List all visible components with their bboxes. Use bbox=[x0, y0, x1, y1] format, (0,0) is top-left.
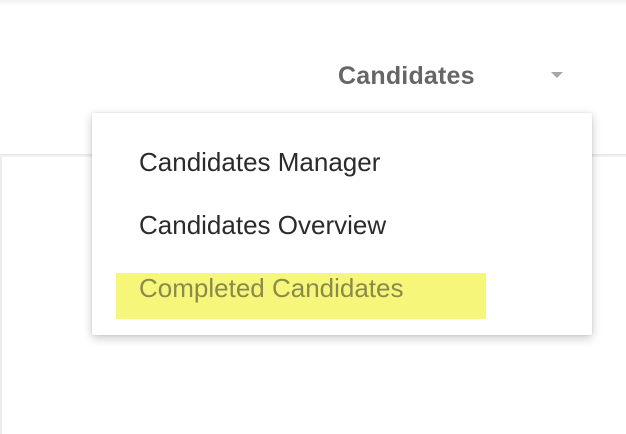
chevron-down-icon[interactable] bbox=[551, 72, 563, 78]
content-left-edge bbox=[0, 157, 2, 434]
menu-item-label: Candidates Manager bbox=[139, 146, 381, 177]
candidates-nav-label: Candidates bbox=[338, 61, 475, 90]
candidates-nav-dropdown[interactable]: Candidates bbox=[338, 56, 563, 96]
top-edge bbox=[0, 0, 626, 6]
menu-item-label: Completed Candidates bbox=[139, 272, 404, 303]
menu-item-candidates-manager[interactable]: Candidates Manager bbox=[92, 134, 592, 190]
screen: Candidates Candidates Manager Candidates… bbox=[0, 0, 626, 434]
menu-item-completed-candidates[interactable]: Completed Candidates bbox=[92, 260, 592, 316]
menu-item-label: Candidates Overview bbox=[139, 209, 387, 240]
menu-item-candidates-overview[interactable]: Candidates Overview bbox=[92, 197, 592, 253]
candidates-dropdown-menu: Candidates Manager Candidates Overview C… bbox=[92, 113, 592, 335]
